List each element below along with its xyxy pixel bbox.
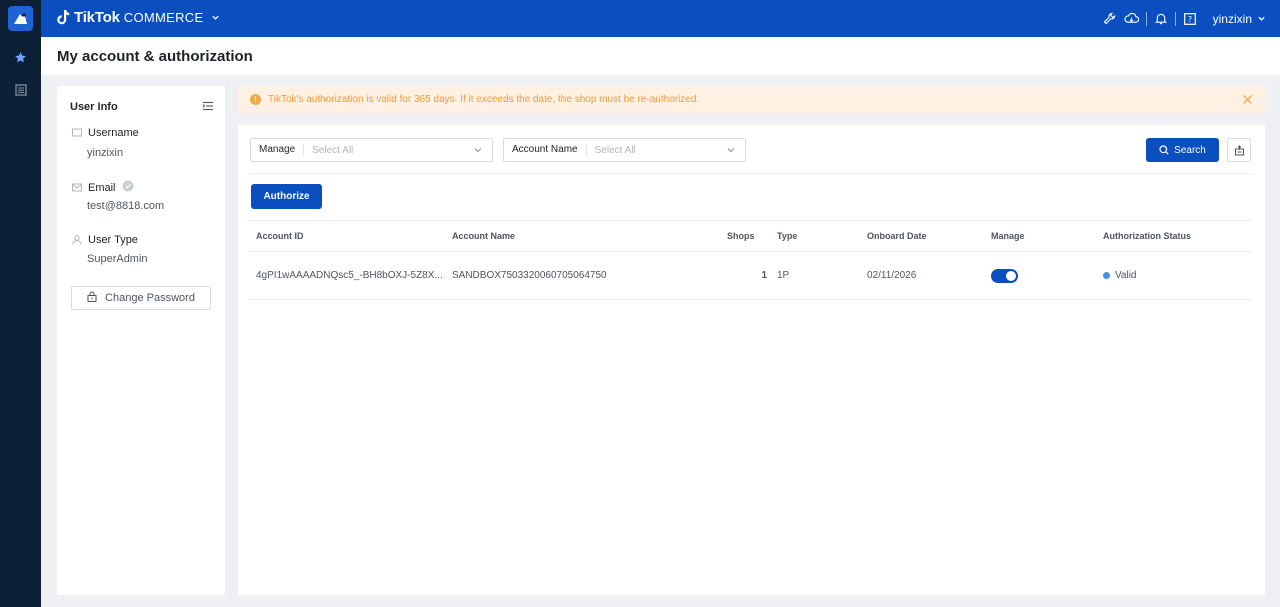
page-header: My account & authorization bbox=[41, 37, 1280, 75]
divider bbox=[250, 173, 1253, 174]
cell-account-id: 4gPI1wAAAADNQsc5_-BH8bOXJ-5Z8X... bbox=[250, 251, 446, 300]
col-shops: Shops bbox=[721, 220, 771, 252]
search-button[interactable]: Search bbox=[1146, 138, 1219, 162]
card-icon bbox=[72, 128, 82, 138]
status-dot bbox=[1103, 271, 1110, 279]
brand-switcher[interactable]: TikTok COMMERCE bbox=[57, 9, 220, 26]
page-title: My account & authorization bbox=[57, 48, 253, 65]
top-bar: TikTok COMMERCE ? yinzixin bbox=[41, 0, 1280, 37]
cloud-icon[interactable] bbox=[1121, 8, 1143, 30]
email-label-row: Email bbox=[72, 180, 134, 195]
col-onboard-date: Onboard Date bbox=[861, 220, 985, 252]
chevron-down-icon bbox=[727, 148, 735, 153]
export-icon bbox=[1234, 144, 1244, 155]
help-icon[interactable]: ? bbox=[1179, 8, 1201, 30]
account-name-filter-placeholder: Select All bbox=[594, 144, 636, 156]
cell-account-name: SANDBOX7503320060705064750 bbox=[446, 251, 721, 300]
divider bbox=[1174, 11, 1176, 26]
user-info-title: User Info bbox=[70, 101, 118, 113]
svg-text:?: ? bbox=[1188, 15, 1192, 24]
app-logo-icon[interactable] bbox=[8, 6, 33, 31]
bell-icon[interactable] bbox=[1150, 8, 1172, 30]
username-value: yinzixin bbox=[87, 147, 124, 159]
cell-onboard-date: 02/11/2026 bbox=[861, 251, 985, 300]
col-account-name: Account Name bbox=[446, 220, 721, 252]
search-icon bbox=[1159, 145, 1169, 155]
cell-manage bbox=[985, 251, 1097, 300]
email-label: Email bbox=[88, 181, 116, 194]
export-button[interactable] bbox=[1227, 138, 1251, 162]
change-password-button[interactable]: Change Password bbox=[71, 286, 211, 310]
email-value: test@8818.com bbox=[87, 200, 165, 212]
accounts-card: Manage Select All Account Name Select Al… bbox=[238, 125, 1265, 595]
notice-text: TikTok's authorization is valid for 365 … bbox=[268, 94, 700, 105]
user-menu[interactable]: yinzixin bbox=[1213, 12, 1266, 26]
status-text: Valid bbox=[1115, 270, 1137, 281]
brand-tiktok: TikTok bbox=[74, 9, 120, 26]
chevron-down-icon bbox=[1258, 16, 1265, 21]
close-icon[interactable] bbox=[1242, 94, 1253, 105]
mail-icon bbox=[72, 183, 82, 193]
cell-type: 1P bbox=[771, 251, 861, 300]
topbar-username: yinzixin bbox=[1212, 11, 1252, 26]
toggle-knob bbox=[1006, 270, 1016, 281]
star-icon[interactable] bbox=[12, 49, 29, 66]
change-password-label: Change Password bbox=[105, 292, 195, 304]
username-label: Username bbox=[88, 127, 139, 139]
table-row: 4gPI1wAAAADNQsc5_-BH8bOXJ-5Z8X... SANDBO… bbox=[250, 251, 1252, 300]
menu-icon[interactable] bbox=[202, 100, 214, 112]
chevron-down-icon bbox=[212, 15, 220, 20]
cell-status: Valid bbox=[1097, 251, 1252, 300]
account-name-filter-label: Account Name bbox=[504, 144, 587, 156]
accounts-table: Account ID Account Name Shops Type Onboa… bbox=[250, 220, 1252, 300]
manage-toggle[interactable] bbox=[991, 268, 1018, 283]
brand-commerce: COMMERCE bbox=[123, 10, 204, 25]
user-info-card: User Info Username yinzixin Email test@8… bbox=[57, 86, 225, 595]
authorize-button[interactable]: Authorize bbox=[251, 184, 322, 209]
user-type-label: User Type bbox=[88, 234, 138, 246]
warning-icon: ! bbox=[250, 94, 261, 105]
list-icon[interactable] bbox=[12, 81, 29, 98]
col-type: Type bbox=[771, 220, 861, 252]
left-rail bbox=[0, 0, 41, 607]
user-type-value: SuperAdmin bbox=[87, 253, 148, 265]
chevron-down-icon bbox=[474, 148, 482, 153]
verified-icon bbox=[122, 180, 134, 195]
tiktok-logo-icon bbox=[57, 10, 70, 25]
wrench-icon[interactable] bbox=[1099, 8, 1121, 30]
divider bbox=[1145, 11, 1147, 26]
table-header-row: Account ID Account Name Shops Type Onboa… bbox=[250, 220, 1252, 252]
lock-icon bbox=[87, 291, 97, 305]
manage-filter-label: Manage bbox=[251, 144, 305, 156]
username-label-row: Username bbox=[72, 127, 139, 139]
cell-shops-link[interactable]: 1 bbox=[721, 251, 771, 300]
manage-filter-select[interactable]: Manage Select All bbox=[250, 138, 493, 162]
col-account-id: Account ID bbox=[250, 220, 446, 252]
manage-filter-placeholder: Select All bbox=[312, 144, 354, 156]
search-button-label: Search bbox=[1174, 144, 1206, 156]
authorization-notice: ! TikTok's authorization is valid for 36… bbox=[238, 86, 1265, 113]
col-status: Authorization Status bbox=[1097, 220, 1252, 252]
user-icon bbox=[72, 235, 82, 245]
account-name-filter-select[interactable]: Account Name Select All bbox=[503, 138, 746, 162]
col-manage: Manage bbox=[985, 220, 1097, 252]
user-type-label-row: User Type bbox=[72, 234, 138, 246]
